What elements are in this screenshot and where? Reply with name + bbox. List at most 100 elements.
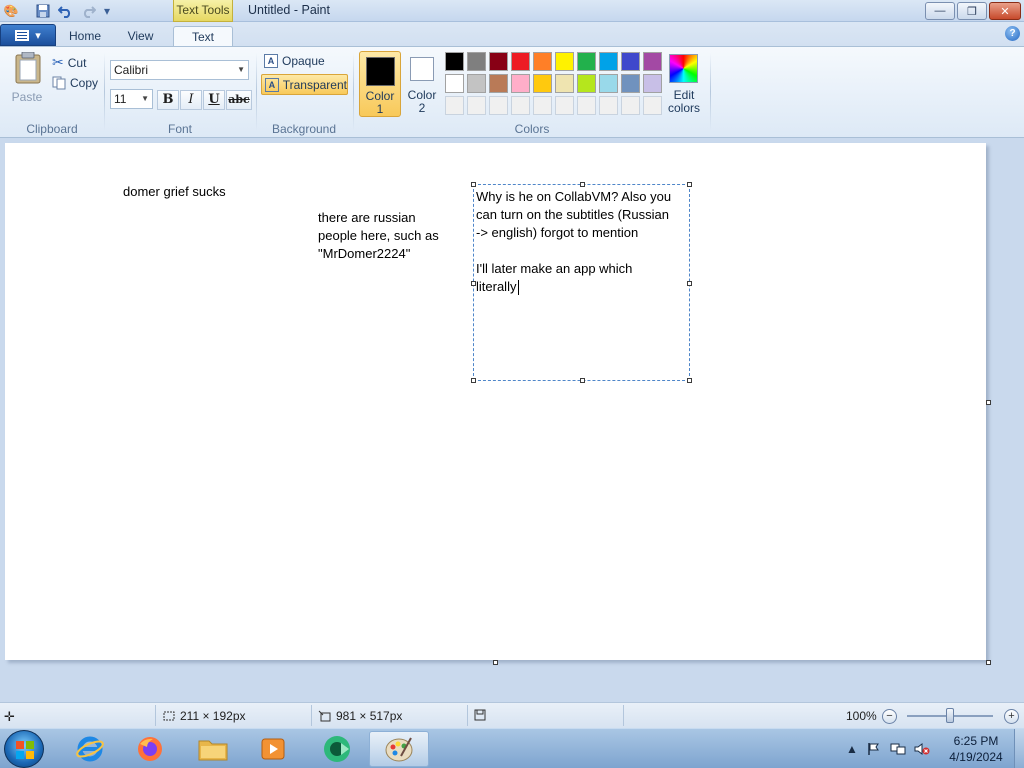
canvas-size-icon xyxy=(318,710,331,722)
palette-color-swatch[interactable] xyxy=(467,52,486,71)
chevron-down-icon: ▼ xyxy=(141,94,149,103)
palette-color-swatch[interactable] xyxy=(577,52,596,71)
palette-color-swatch[interactable] xyxy=(621,52,640,71)
resize-handle[interactable] xyxy=(580,378,585,383)
drawing-canvas[interactable]: domer grief sucks there are russian peop… xyxy=(5,143,986,660)
tab-view[interactable]: View xyxy=(118,26,163,46)
save-icon[interactable] xyxy=(35,3,51,19)
action-center-flag-icon[interactable] xyxy=(866,741,882,757)
palette-color-swatch[interactable] xyxy=(533,52,552,71)
canvas-resize-handle[interactable] xyxy=(986,660,991,665)
collabvm-taskbar-button[interactable] xyxy=(309,731,365,767)
custom-color-slot[interactable] xyxy=(445,96,464,115)
font-size-select[interactable]: 11 ▼ xyxy=(110,89,153,109)
tab-home[interactable]: Home xyxy=(62,26,108,46)
strikethrough-button[interactable]: abc xyxy=(226,90,252,110)
minimize-button[interactable]: — xyxy=(925,2,955,20)
edit-colors-button[interactable]: Edit colors xyxy=(664,51,704,117)
file-explorer-taskbar-button[interactable] xyxy=(185,731,241,767)
resize-handle[interactable] xyxy=(687,281,692,286)
text-box[interactable]: Why is he on CollabVM? Also you can turn… xyxy=(471,182,692,383)
start-button[interactable] xyxy=(4,730,44,768)
paint-taskbar-button[interactable] xyxy=(369,731,429,767)
color1-button[interactable]: Color 1 xyxy=(359,51,401,117)
copy-button[interactable]: Copy xyxy=(52,76,98,90)
custom-color-slot[interactable] xyxy=(467,96,486,115)
canvas-resize-handle[interactable] xyxy=(986,400,991,405)
paint-app-icon[interactable]: 🎨 xyxy=(3,3,19,19)
color2-button[interactable]: Color 2 xyxy=(403,51,441,117)
save-icon xyxy=(474,709,486,721)
palette-color-swatch[interactable] xyxy=(445,52,464,71)
volume-muted-icon[interactable] xyxy=(914,741,930,757)
bold-button[interactable]: B xyxy=(157,90,179,110)
status-divider xyxy=(311,705,312,726)
palette-color-swatch[interactable] xyxy=(555,52,574,71)
palette-color-swatch[interactable] xyxy=(489,74,508,93)
custom-color-slot[interactable] xyxy=(621,96,640,115)
palette-color-swatch[interactable] xyxy=(445,74,464,93)
network-icon[interactable] xyxy=(890,741,906,757)
palette-color-swatch[interactable] xyxy=(511,74,530,93)
transparent-icon: A xyxy=(265,77,279,92)
paste-button[interactable]: Paste xyxy=(8,52,46,106)
media-player-taskbar-button[interactable] xyxy=(245,731,301,767)
palette-color-swatch[interactable] xyxy=(643,74,662,93)
custom-color-slot[interactable] xyxy=(511,96,530,115)
palette-color-swatch[interactable] xyxy=(555,74,574,93)
cut-button[interactable]: ✂ Cut xyxy=(52,54,86,71)
internet-explorer-taskbar-button[interactable] xyxy=(62,731,118,767)
custom-color-slot[interactable] xyxy=(489,96,508,115)
transparent-label: Transparent xyxy=(282,77,347,92)
palette-color-swatch[interactable] xyxy=(511,52,530,71)
underline-button[interactable]: U xyxy=(203,90,225,110)
resize-handle[interactable] xyxy=(471,182,476,187)
opaque-button[interactable]: A Opaque xyxy=(264,54,325,68)
custom-color-slot[interactable] xyxy=(577,96,596,115)
group-divider xyxy=(710,53,711,131)
help-icon[interactable]: ? xyxy=(1005,26,1020,41)
transparent-button[interactable]: A Transparent xyxy=(261,74,348,95)
resize-handle[interactable] xyxy=(687,182,692,187)
show-hidden-icons-button[interactable]: ▲ xyxy=(844,741,860,757)
zoom-slider-thumb[interactable] xyxy=(946,708,954,723)
palette-color-swatch[interactable] xyxy=(643,52,662,71)
zoom-in-button[interactable]: + xyxy=(1004,709,1019,724)
text-box-content[interactable]: Why is he on CollabVM? Also you can turn… xyxy=(476,188,690,296)
rainbow-icon xyxy=(669,54,698,83)
undo-icon[interactable] xyxy=(57,3,73,19)
show-desktop-button[interactable] xyxy=(1014,729,1024,768)
resize-handle[interactable] xyxy=(580,182,585,187)
resize-handle[interactable] xyxy=(687,378,692,383)
palette-color-swatch[interactable] xyxy=(533,74,552,93)
resize-handle[interactable] xyxy=(471,378,476,383)
font-family-select[interactable]: Calibri ▼ xyxy=(110,60,249,80)
palette-color-swatch[interactable] xyxy=(489,52,508,71)
maximize-button[interactable]: ❐ xyxy=(957,2,987,20)
clipboard-group-label: Clipboard xyxy=(26,122,78,136)
palette-color-swatch[interactable] xyxy=(577,74,596,93)
italic-button[interactable]: I xyxy=(180,90,202,110)
customize-qat-icon[interactable]: ▾ xyxy=(99,3,115,19)
close-button[interactable]: ✕ xyxy=(989,2,1021,20)
resize-handle[interactable] xyxy=(471,281,476,286)
palette-color-swatch[interactable] xyxy=(621,74,640,93)
firefox-taskbar-button[interactable] xyxy=(122,731,178,767)
font-group-label: Font xyxy=(167,122,192,136)
collabvm-icon xyxy=(324,736,350,762)
copy-label: Copy xyxy=(70,76,99,90)
tab-text[interactable]: Text xyxy=(173,26,233,46)
custom-color-slot[interactable] xyxy=(533,96,552,115)
palette-color-swatch[interactable] xyxy=(599,74,618,93)
custom-color-slot[interactable] xyxy=(599,96,618,115)
palette-color-swatch[interactable] xyxy=(599,52,618,71)
zoom-out-button[interactable]: − xyxy=(882,709,897,724)
canvas-resize-handle[interactable] xyxy=(493,660,498,665)
ribbon: Paste ✂ Cut Copy Clipboard Calibri ▼ 11 … xyxy=(0,46,1024,138)
paint-menu-button[interactable]: ▾ xyxy=(0,24,56,46)
system-clock[interactable]: 6:25 PM 4/19/2024 xyxy=(936,733,1016,765)
custom-color-slot[interactable] xyxy=(555,96,574,115)
close-icon: ✕ xyxy=(1000,5,1010,18)
custom-color-slot[interactable] xyxy=(643,96,662,115)
palette-color-swatch[interactable] xyxy=(467,74,486,93)
